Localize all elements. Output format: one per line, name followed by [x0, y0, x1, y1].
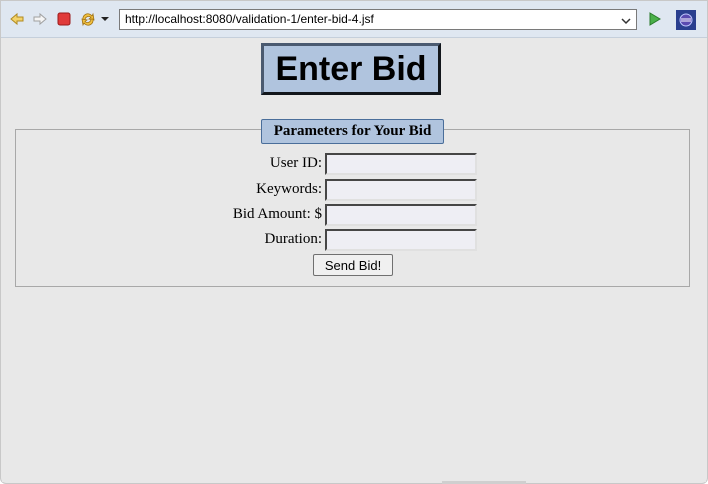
browser-window: http://localhost:8080/validation-1/enter…: [0, 0, 708, 484]
keywords-input[interactable]: [325, 179, 477, 201]
user-id-label: User ID:: [269, 155, 322, 171]
url-text: http://localhost:8080/validation-1/enter…: [125, 12, 374, 26]
back-icon[interactable]: [9, 11, 25, 27]
chevron-down-icon[interactable]: [620, 14, 632, 26]
refresh-icon[interactable]: [80, 11, 96, 27]
form-row-duration: Duration:: [2, 229, 706, 251]
page-title: Enter Bid: [261, 43, 441, 95]
bid-amount-label: Bid Amount: $: [232, 206, 322, 222]
duration-input[interactable]: [325, 229, 477, 251]
dropdown-icon[interactable]: [99, 11, 111, 27]
form-row-keywords: Keywords:: [2, 179, 706, 201]
send-bid-button[interactable]: Send Bid!: [313, 254, 393, 276]
browser-toolbar: http://localhost:8080/validation-1/enter…: [1, 1, 707, 38]
user-id-input[interactable]: [325, 153, 477, 175]
eclipse-browser-icon[interactable]: [676, 10, 696, 30]
url-input[interactable]: http://localhost:8080/validation-1/enter…: [119, 9, 637, 30]
go-icon[interactable]: [646, 11, 662, 27]
page-content: Enter Bid Parameters for Your Bid User I…: [2, 38, 706, 482]
form-row-bid-amount: Bid Amount: $: [2, 204, 706, 226]
fieldset-legend: Parameters for Your Bid: [261, 119, 444, 144]
form-row-user-id: User ID:: [2, 153, 706, 175]
stop-icon[interactable]: [56, 11, 72, 27]
keywords-label: Keywords:: [256, 181, 322, 197]
duration-label: Duration:: [264, 231, 323, 247]
bid-amount-input[interactable]: [325, 204, 477, 226]
forward-icon[interactable]: [32, 11, 48, 27]
